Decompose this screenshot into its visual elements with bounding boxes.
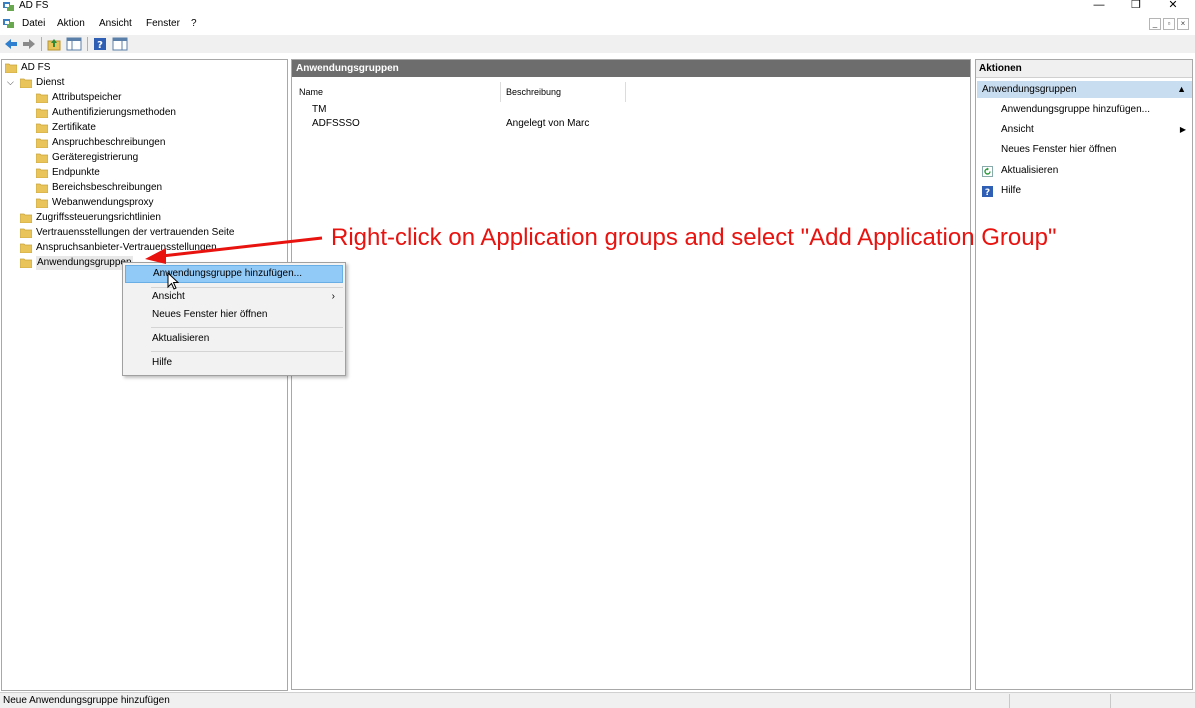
ctx-new-window[interactable]: Neues Fenster hier öffnen — [125, 306, 343, 324]
tree-item-label: Anspruchsanbieter-Vertrauensstellungen — [36, 242, 217, 253]
collapse-icon[interactable]: ▲ — [1177, 81, 1186, 98]
folder-icon — [36, 138, 48, 148]
tree-item-label: Webanwendungsproxy — [52, 197, 154, 208]
action-help[interactable]: Hilfe — [1001, 184, 1021, 198]
folder-icon — [20, 78, 32, 88]
menu-datei[interactable]: Datei — [22, 18, 45, 30]
svg-text:?: ? — [97, 40, 103, 51]
chevron-down-icon[interactable]: ⌵ — [7, 77, 14, 88]
toolbar-separator — [87, 37, 88, 51]
back-arrow-icon[interactable] — [4, 37, 18, 51]
row-name: ADFSSSO — [312, 118, 360, 129]
status-divider — [1110, 694, 1111, 708]
column-divider[interactable] — [625, 82, 626, 102]
row-description: Angelegt von Marc — [506, 118, 590, 129]
submenu-arrow-icon: ▶ — [1179, 125, 1186, 134]
menu-help[interactable]: ? — [191, 18, 197, 30]
status-text: Neue Anwendungsgruppe hinzufügen — [3, 695, 170, 706]
folder-icon — [20, 228, 32, 238]
action-ansicht[interactable]: Ansicht ▶ — [1001, 123, 1186, 137]
folder-icon — [36, 153, 48, 163]
tree-item-label: Geräteregistrierung — [52, 152, 139, 163]
tree-item-label: Anwendungsgruppen — [36, 256, 133, 270]
ctx-help[interactable]: Hilfe — [125, 354, 343, 372]
folder-icon — [36, 123, 48, 133]
refresh-icon — [982, 166, 993, 177]
column-header-beschreibung[interactable]: Beschreibung — [506, 82, 561, 102]
actions-group-header[interactable]: Anwendungsgruppen ▲ — [977, 81, 1192, 98]
actions-group-label: Anwendungsgruppen — [982, 84, 1077, 95]
row-name: TM — [312, 104, 327, 115]
title-bar: AD FS — ❐ ✕ — [0, 0, 1195, 14]
show-hide-tree-icon[interactable] — [66, 37, 82, 51]
ctx-refresh[interactable]: Aktualisieren — [125, 330, 343, 348]
help-icon[interactable]: ? — [93, 37, 107, 51]
tree-item-label: Authentifizierungsmethoden — [52, 107, 176, 118]
mouse-cursor-icon — [167, 272, 180, 290]
folder-icon — [5, 63, 17, 73]
properties-icon[interactable] — [112, 37, 128, 51]
tree-item-label: Endpunkte — [52, 167, 100, 178]
folder-icon — [20, 243, 32, 253]
folder-icon — [20, 258, 32, 268]
menu-separator — [151, 327, 343, 328]
minimize-button[interactable]: — — [1089, 0, 1109, 12]
toolbar-separator — [41, 37, 42, 51]
toolbar: ? — [0, 35, 1195, 53]
mdi-minimize-button[interactable]: _ — [1149, 18, 1161, 30]
actions-pane: Aktionen Anwendungsgruppen ▲ Anwendungsg… — [975, 59, 1193, 690]
forward-arrow-icon[interactable] — [22, 37, 36, 51]
submenu-arrow-icon: › — [331, 291, 335, 302]
menu-fenster[interactable]: Fenster — [146, 18, 180, 30]
mmc-app-icon — [3, 19, 14, 28]
result-pane-header: Anwendungsgruppen — [292, 60, 970, 77]
menu-aktion[interactable]: Aktion — [57, 18, 85, 30]
ctx-ansicht[interactable]: Ansicht › — [125, 288, 343, 306]
mdi-close-button[interactable]: × — [1177, 18, 1189, 30]
context-menu: Anwendungsgruppe hinzufügen... Ansicht ›… — [122, 262, 346, 376]
tree-item-label: AD FS — [21, 62, 51, 73]
tree-item-label: Bereichsbeschreibungen — [52, 182, 163, 193]
up-folder-icon[interactable] — [47, 37, 61, 51]
folder-icon — [36, 93, 48, 103]
tree-item-label: Vertrauensstellungen der vertrauenden Se… — [36, 227, 235, 238]
close-button[interactable]: ✕ — [1163, 0, 1183, 12]
column-header-name[interactable]: Name — [299, 82, 323, 102]
tree-item-label: Zugriffssteuerungsrichtlinien — [36, 212, 161, 223]
action-refresh[interactable]: Aktualisieren — [1001, 164, 1058, 178]
folder-icon — [36, 183, 48, 193]
svg-text:?: ? — [985, 188, 990, 197]
ctx-label: Ansicht — [152, 291, 185, 302]
folder-icon — [20, 213, 32, 223]
result-pane: Anwendungsgruppen Name Beschreibung TM A… — [291, 59, 971, 690]
tree-item-label: Dienst — [36, 77, 65, 88]
actions-title: Aktionen — [976, 60, 1192, 78]
tree-item-label: Zertifikate — [52, 122, 96, 133]
menu-bar: Datei Aktion Ansicht Fenster ? _ ▫ × — [0, 15, 1195, 33]
menu-separator — [151, 351, 343, 352]
column-divider[interactable] — [500, 82, 501, 102]
menu-ansicht[interactable]: Ansicht — [99, 18, 132, 30]
adfs-app-icon — [3, 2, 14, 11]
folder-icon — [36, 168, 48, 178]
tree-item-label: Anspruchbeschreibungen — [52, 137, 166, 148]
status-bar: Neue Anwendungsgruppe hinzufügen — [0, 692, 1195, 708]
window-title: AD FS — [19, 0, 49, 11]
folder-icon — [36, 108, 48, 118]
status-divider — [1009, 694, 1010, 708]
restore-button[interactable]: ❐ — [1126, 0, 1146, 12]
help-icon: ? — [982, 186, 993, 197]
folder-icon — [36, 198, 48, 208]
action-new-window[interactable]: Neues Fenster hier öffnen — [1001, 143, 1116, 157]
action-label: Ansicht — [1001, 124, 1034, 135]
action-add-application-group[interactable]: Anwendungsgruppe hinzufügen... — [1001, 103, 1150, 117]
annotation-text: Right-click on Application groups and se… — [331, 224, 1057, 251]
mdi-restore-button[interactable]: ▫ — [1163, 18, 1175, 30]
ctx-add-application-group[interactable]: Anwendungsgruppe hinzufügen... — [125, 265, 343, 283]
tree-item-label: Attributspeicher — [52, 92, 122, 103]
